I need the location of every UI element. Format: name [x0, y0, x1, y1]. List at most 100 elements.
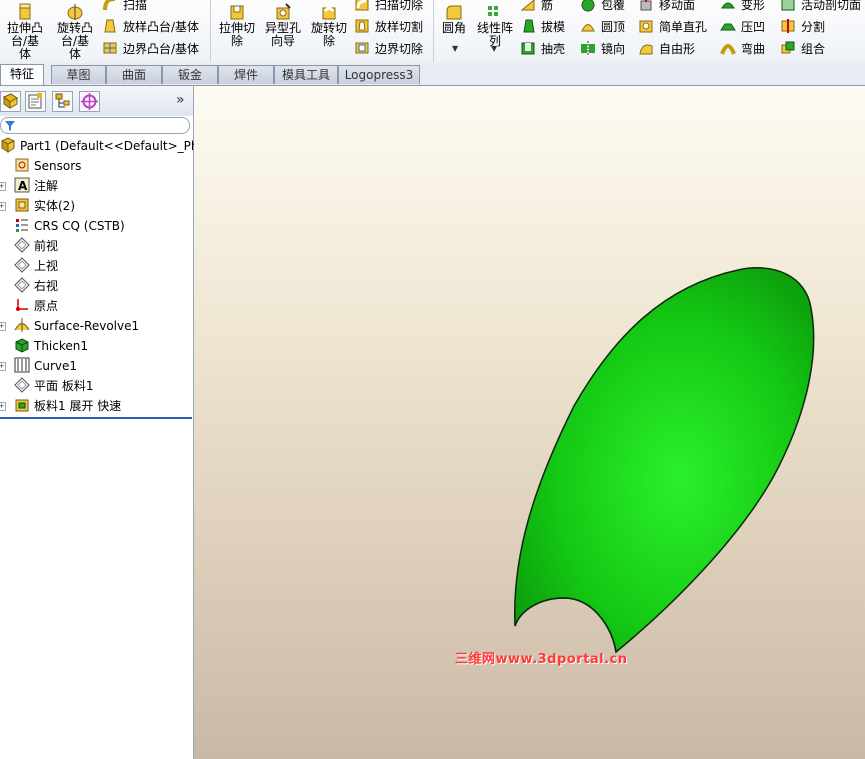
dome-button[interactable]: 圆顶: [580, 17, 625, 37]
tree-item[interactable]: 前视: [14, 236, 58, 256]
tab-features[interactable]: 特征: [0, 64, 44, 85]
tree-item[interactable]: 平面 板料1: [14, 376, 93, 396]
tree-item[interactable]: CRS CQ (CSTB): [14, 216, 125, 236]
sheet-flatten-icon: [15, 399, 29, 412]
tree-expand-icon[interactable]: +: [0, 322, 6, 331]
tab-surfaces[interactable]: 曲面: [106, 65, 162, 84]
tab-mold-tools[interactable]: 模具工具: [274, 65, 338, 84]
extrude-boss-button[interactable]: 拉伸凸台/基体: [2, 0, 48, 62]
tree-root-part[interactable]: Part1 (Default<<Default>_Pho: [0, 136, 206, 156]
feature-manager-tab[interactable]: [0, 91, 21, 112]
property-manager-icon: [28, 93, 42, 109]
extrude-cut-label: 拉伸切除: [219, 21, 256, 48]
panel-collapse-icon[interactable]: »: [176, 92, 185, 108]
property-manager-tab[interactable]: [25, 91, 46, 112]
move-face-button[interactable]: 移动面: [638, 0, 695, 15]
split-button[interactable]: 分割: [780, 17, 825, 37]
thickened-revolve-surface[interactable]: [513, 267, 815, 654]
revolve-boss-label: 旋转凸台/基体: [56, 21, 93, 61]
tab-sheet-metal[interactable]: 钣金: [162, 65, 218, 84]
flex-label: 弯曲: [741, 42, 766, 56]
tab-logopress3[interactable]: Logopress3: [338, 65, 420, 84]
tree-item-label: 右视: [34, 279, 59, 293]
configuration-manager-tab[interactable]: [52, 91, 73, 112]
dome-label: 圆顶: [601, 20, 626, 34]
combine-button[interactable]: 组合: [780, 39, 825, 59]
extrude-cut-button[interactable]: 拉伸切除: [214, 0, 260, 62]
tree-root-label: Part1 (Default<<Default>_Pho: [20, 139, 206, 153]
tree-item[interactable]: Thicken1: [14, 336, 88, 356]
rib-button[interactable]: 筋: [520, 0, 553, 15]
tree-item[interactable]: 上视: [14, 256, 58, 276]
hole-wizard-label: 异型孔向导: [264, 21, 301, 48]
swept-cut-icon: [355, 0, 369, 11]
plane-icon: [14, 377, 30, 393]
loft-boss-label: 放样凸台/基体: [123, 20, 200, 34]
tree-item[interactable]: Curve1: [14, 356, 77, 376]
surface-revolve-icon: [14, 318, 30, 332]
rollback-bar[interactable]: [0, 417, 192, 419]
linear-pattern-icon: [488, 6, 498, 16]
lofted-cut-button[interactable]: 放样切割: [354, 17, 423, 37]
wrap-button[interactable]: 包覆: [580, 0, 625, 15]
revolve-boss-button[interactable]: 旋转凸台/基体: [52, 0, 98, 62]
simple-hole-button[interactable]: 简单直孔: [638, 17, 707, 37]
hole-wizard-button[interactable]: 异型孔向导: [260, 0, 306, 62]
tree-item[interactable]: Sensors: [14, 156, 81, 176]
watermark-text: 三维网www.3dportal.cn: [455, 652, 628, 667]
extrude-boss-label: 拉伸凸台/基体: [7, 21, 44, 61]
flex-button[interactable]: 弯曲: [720, 39, 765, 59]
live-section-icon: [781, 0, 795, 11]
configuration-manager-icon: [55, 93, 70, 108]
tree-item[interactable]: 实体(2): [14, 196, 75, 216]
tree-expand-icon[interactable]: +: [0, 402, 6, 411]
tree-item[interactable]: Surface-Revolve1: [14, 316, 139, 336]
curve-icon: [14, 357, 30, 373]
tree-item-label: CRS CQ (CSTB): [34, 219, 125, 233]
mirror-button[interactable]: 镜向: [580, 39, 625, 59]
svg-text:A: A: [18, 179, 28, 193]
move-face-icon: [640, 0, 652, 11]
tree-item[interactable]: 原点: [14, 296, 58, 316]
tab-sketch[interactable]: 草图: [51, 65, 106, 84]
freeform-button[interactable]: 自由形: [638, 39, 695, 59]
live-section-button[interactable]: 活动剖切面: [780, 0, 861, 15]
swept-cut-button[interactable]: 扫描切除: [354, 0, 423, 15]
panel-tabs: »: [0, 86, 193, 116]
wrap-icon: [581, 0, 595, 12]
fillet-label: 圆角: [441, 21, 466, 35]
tab-weldments[interactable]: 焊件: [218, 65, 274, 84]
draft-button[interactable]: 拔模: [520, 17, 565, 37]
tree-expand-icon[interactable]: +: [0, 362, 6, 371]
indent-label: 压凹: [741, 20, 766, 34]
sweep-icon: [103, 0, 116, 11]
boundary-boss-button[interactable]: 边界凸台/基体: [102, 39, 199, 59]
shell-button[interactable]: 抽壳: [520, 39, 565, 59]
tree-item[interactable]: 板料1 展开 快速: [14, 396, 121, 416]
loft-boss-button[interactable]: 放样凸台/基体: [102, 17, 199, 37]
feature-filter-input[interactable]: [0, 117, 190, 134]
tree-item-label: 注解: [34, 179, 59, 193]
deform-button[interactable]: 变形: [720, 0, 765, 15]
revolve-cut-icon: [322, 7, 336, 20]
tree-expand-icon[interactable]: +: [0, 202, 6, 211]
feature-manager-panel: » Part1 (Default<<Default>_Pho Sensors + A…: [0, 86, 206, 759]
indent-button[interactable]: 压凹: [720, 17, 765, 37]
indent-icon: [720, 23, 736, 31]
shell-label: 抽壳: [541, 42, 566, 56]
ribbon-separator: [433, 0, 434, 62]
pattern-dropdown-icon[interactable]: ▼: [491, 44, 497, 53]
rib-label: 筋: [541, 0, 554, 12]
boundary-cut-label: 边界切除: [375, 42, 424, 56]
dimxpert-manager-tab[interactable]: [79, 91, 100, 112]
draft-label: 拔模: [541, 20, 566, 34]
boundary-cut-button[interactable]: 边界切除: [354, 39, 423, 59]
boundary-cut-icon: [355, 42, 369, 54]
tree-item[interactable]: 右视: [14, 276, 58, 296]
tree-item-label: 平面 板料1: [34, 379, 94, 393]
tree-expand-icon[interactable]: +: [0, 182, 6, 191]
revolve-cut-button[interactable]: 旋转切除: [306, 0, 352, 62]
sweep-button[interactable]: 扫描: [102, 0, 147, 15]
tree-item[interactable]: A 注解: [14, 176, 58, 196]
fillet-dropdown-icon[interactable]: ▼: [452, 44, 458, 53]
